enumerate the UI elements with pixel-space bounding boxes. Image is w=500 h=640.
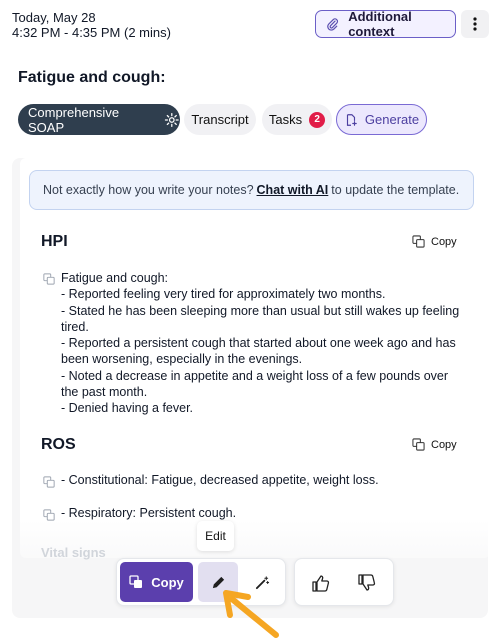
hpi-line: - Reported a persistent cough that start… [61,336,456,367]
note-tabs: Comprehensive SOAP Transcript Tasks 2 Ge… [18,104,488,135]
hpi-copy-button[interactable]: Copy [412,235,457,248]
hpi-line: Fatigue and cough: [61,271,169,285]
copy-icon [129,575,143,588]
template-notice: Not exactly how you write your notes? Ch… [29,170,474,210]
document-sparkle-icon [346,113,357,126]
visit-date: Today, May 28 [12,10,96,25]
generate-button[interactable]: Generate [336,104,427,135]
ros-item-text: - Respiratory: Persistent cough. [61,506,237,520]
pointer-arrow-icon [223,590,279,638]
ros-copy-label: Copy [431,438,457,451]
notice-prefix: Not exactly how you write your notes? [43,183,254,197]
tab-soap-label: Comprehensive SOAP [28,104,120,135]
hpi-title: HPI [41,233,68,250]
thumbs-up-button[interactable] [301,563,341,603]
ros-title: ROS [41,436,76,453]
feedback-toolbar [294,558,394,606]
header: Today, May 28 4:32 PM - 4:35 PM (2 mins)… [12,9,489,40]
tab-tasks-label: Tasks [268,112,303,127]
tab-tasks[interactable]: Tasks 2 [262,104,332,135]
thumbs-down-icon [358,574,376,591]
hpi-line: - Noted a decrease in appetite and a wei… [61,368,449,400]
ros-item-text: - Constitutional: Fatigue, decreased app… [61,473,379,487]
generate-label: Generate [364,112,420,127]
additional-context-button[interactable]: Additional context [315,9,456,39]
visit-datetime: Today, May 28 4:32 PM - 4:35 PM (2 mins) [12,10,171,40]
tasks-count-badge: 2 [309,111,326,128]
visit-time-range: 4:32 PM - 4:35 PM (2 mins) [12,25,171,40]
tab-comprehensive-soap[interactable]: Comprehensive SOAP [18,104,180,135]
copy-icon[interactable] [43,273,55,285]
hpi-line: - Stated he has been sleeping more than … [61,303,460,334]
thumbs-down-button[interactable] [347,563,387,603]
vertical-dots-icon [473,17,477,31]
edit-tooltip: Edit [197,521,234,551]
chat-with-ai-link[interactable]: Chat with AI [257,183,329,197]
note-title: Fatigue and cough: [18,69,166,86]
more-options-button[interactable] [461,10,489,38]
copy-icon [412,438,425,451]
copy-icon [412,235,425,248]
hpi-line: - Denied having a fever. [61,401,194,416]
notice-suffix: to update the template. [331,183,460,197]
copy-icon[interactable] [43,476,55,488]
hpi-line: - Reported feeling very tired for approx… [61,287,386,302]
paperclip-icon [327,18,338,31]
hpi-copy-label: Copy [431,235,457,248]
copy-all-button[interactable]: Copy [120,562,193,602]
additional-context-label: Additional context [348,9,412,39]
ros-copy-button[interactable]: Copy [412,438,457,451]
thumbs-up-icon [312,575,330,592]
gear-icon[interactable] [164,112,180,128]
hpi-text: Fatigue and cough: - Reported feeling ve… [61,270,461,417]
copy-all-label: Copy [151,574,184,590]
tab-transcript-label: Transcript [191,112,249,127]
vital-signs-title: Vital signs [41,545,106,560]
tab-transcript[interactable]: Transcript [184,104,256,135]
